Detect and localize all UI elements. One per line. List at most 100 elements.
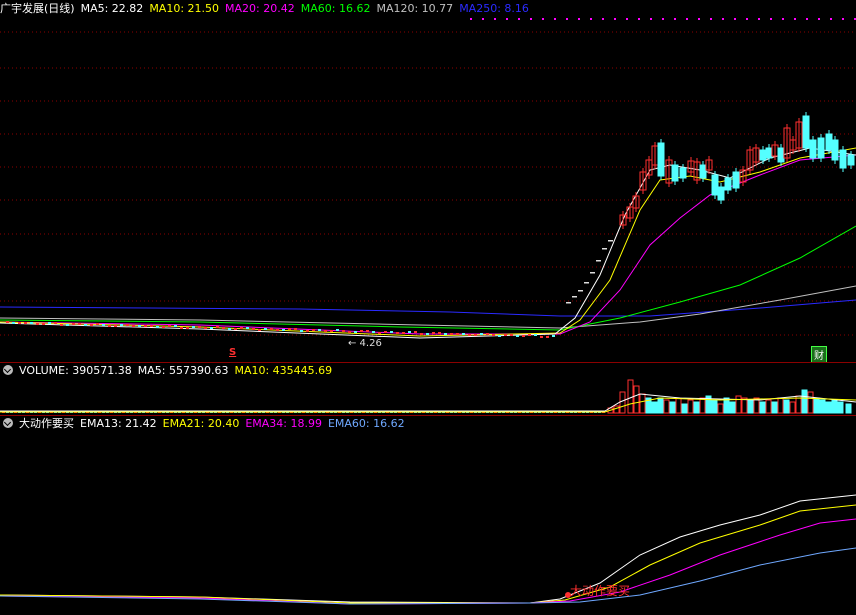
ma120-label: MA120: 10.77 bbox=[376, 2, 454, 15]
candle bbox=[732, 171, 740, 189]
ema13-label: EMA13: 21.42 bbox=[80, 417, 157, 430]
candle bbox=[282, 329, 285, 331]
sell-signal-mark: S bbox=[229, 347, 237, 358]
candle bbox=[96, 323, 99, 325]
volume-bar bbox=[759, 401, 766, 414]
candle bbox=[825, 133, 833, 151]
volume-bar bbox=[681, 403, 688, 414]
candle bbox=[546, 336, 549, 338]
candle bbox=[671, 164, 679, 182]
volume-bar bbox=[837, 401, 844, 414]
candle bbox=[228, 328, 231, 330]
indicator-pane[interactable]: 大动作要买 EMA13: 21.42 EMA21: 20.40 EMA34: 18.9… bbox=[0, 415, 856, 615]
marker-dot bbox=[734, 18, 736, 20]
finance-badge[interactable]: 财 bbox=[811, 346, 827, 362]
candle bbox=[342, 330, 345, 332]
expand-icon[interactable] bbox=[3, 418, 13, 428]
buy-signal-label: 大动作要买 bbox=[570, 584, 631, 598]
candle bbox=[30, 322, 33, 324]
candle bbox=[724, 177, 732, 191]
candle bbox=[216, 326, 219, 328]
candle bbox=[847, 154, 855, 166]
candle bbox=[18, 322, 21, 324]
volume-ma5-label: MA5: 557390.63 bbox=[137, 364, 229, 377]
candle bbox=[450, 333, 453, 335]
candle bbox=[426, 333, 429, 335]
ema13-line bbox=[0, 494, 856, 604]
marker-dot bbox=[770, 18, 772, 20]
marker-dot bbox=[782, 18, 784, 20]
candle bbox=[679, 167, 687, 179]
candle bbox=[809, 139, 817, 159]
candle bbox=[210, 327, 213, 329]
candle bbox=[390, 331, 393, 333]
volume-bar bbox=[711, 399, 718, 414]
marker-dot bbox=[794, 18, 796, 20]
volume-bar bbox=[831, 399, 838, 414]
candle bbox=[66, 324, 69, 326]
volume-pane[interactable]: VOLUME: 390571.38 MA5: 557390.63 MA10: 435… bbox=[0, 362, 856, 415]
candle bbox=[578, 290, 583, 292]
candle bbox=[572, 296, 577, 298]
marker-dot bbox=[818, 18, 820, 20]
candle bbox=[54, 322, 57, 324]
price-chart-pane[interactable]: 广宇发展(日线) MA5: 22.82 MA10: 21.50 MA20: 20.42… bbox=[0, 0, 856, 362]
candle bbox=[246, 327, 249, 329]
volume-bar bbox=[845, 403, 852, 414]
candle bbox=[438, 332, 441, 334]
volume-bar bbox=[619, 391, 626, 414]
candle bbox=[596, 260, 601, 262]
candle bbox=[378, 332, 381, 334]
candle bbox=[42, 323, 45, 325]
ma250-label: MA250: 8.16 bbox=[459, 2, 529, 15]
candle bbox=[150, 325, 153, 327]
candle bbox=[552, 335, 555, 337]
candle bbox=[132, 325, 135, 327]
volume-bar bbox=[675, 397, 682, 414]
volume-bar bbox=[819, 399, 826, 414]
candle bbox=[192, 326, 195, 328]
candle bbox=[336, 329, 339, 331]
volume-bar bbox=[663, 399, 670, 414]
candle bbox=[456, 333, 459, 335]
marker-dot bbox=[614, 18, 616, 20]
volume-bar bbox=[825, 401, 832, 414]
indicator-name: 大动作要买 bbox=[19, 417, 74, 430]
ema60-line bbox=[0, 547, 856, 605]
candle bbox=[534, 334, 537, 336]
volume-bar bbox=[729, 401, 736, 414]
candle bbox=[234, 328, 237, 330]
candle bbox=[759, 149, 767, 161]
expand-icon[interactable] bbox=[3, 365, 13, 375]
candle bbox=[360, 330, 363, 332]
candle bbox=[504, 334, 507, 336]
indicator-chart[interactable] bbox=[0, 415, 856, 615]
candle bbox=[204, 327, 207, 329]
marker-dot bbox=[830, 18, 832, 20]
marker-dot bbox=[578, 18, 580, 20]
candle bbox=[252, 328, 255, 330]
volume-bar bbox=[657, 397, 664, 414]
candle bbox=[240, 327, 243, 329]
marker-dot bbox=[602, 18, 604, 20]
ma20-label: MA20: 20.42 bbox=[225, 2, 295, 15]
candle bbox=[168, 325, 171, 327]
marker-dot bbox=[494, 18, 496, 20]
candle bbox=[330, 330, 333, 332]
candle bbox=[480, 333, 483, 335]
candle bbox=[72, 323, 75, 325]
candle bbox=[839, 149, 847, 169]
volume-bar bbox=[771, 401, 778, 414]
volume-bar bbox=[783, 399, 790, 414]
marker-dot bbox=[806, 18, 808, 20]
price-chart[interactable] bbox=[0, 0, 856, 362]
candle bbox=[306, 330, 309, 332]
volume-header: VOLUME: 390571.38 MA5: 557390.63 MA10: 435… bbox=[0, 364, 338, 378]
candle bbox=[6, 321, 9, 323]
volume-bar bbox=[699, 397, 706, 414]
candle bbox=[324, 330, 327, 332]
candle bbox=[300, 330, 303, 332]
candle bbox=[717, 186, 725, 201]
volume-bar bbox=[627, 379, 634, 414]
marker-dot bbox=[638, 18, 640, 20]
